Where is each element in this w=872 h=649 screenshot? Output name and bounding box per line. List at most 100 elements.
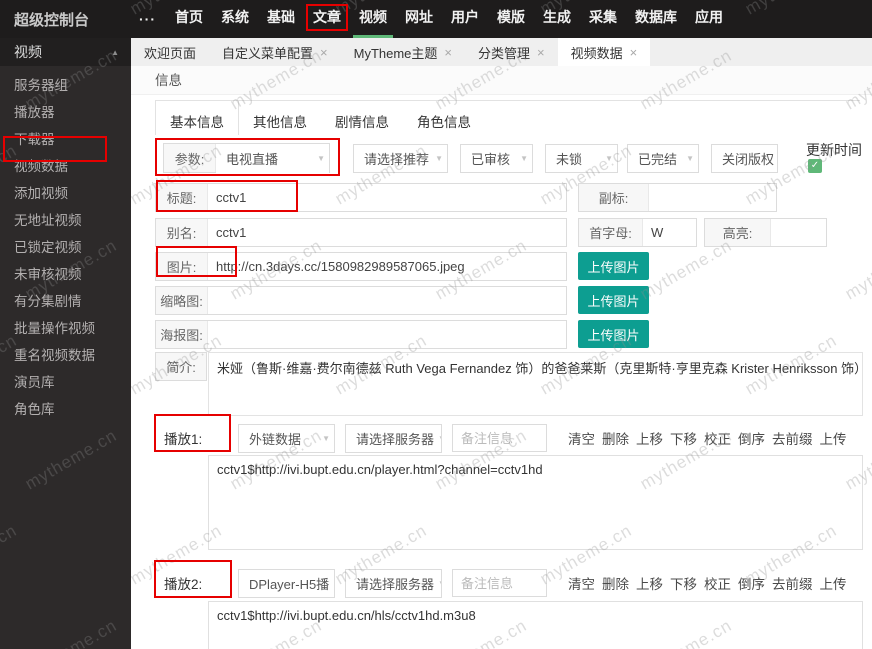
- play2-source-select[interactable]: DPlayer-H5播 ▼: [238, 569, 335, 598]
- tab-basic-info[interactable]: 基本信息: [155, 101, 239, 135]
- subtitle-field[interactable]: [649, 184, 776, 211]
- sidebar-item-episodes[interactable]: 有分集剧情: [0, 288, 131, 315]
- play1-label: 播放1:: [155, 428, 238, 448]
- upload-image-button[interactable]: 上传图片: [578, 252, 649, 280]
- image-label: 图片:: [156, 253, 208, 280]
- sidebar-item-video-data[interactable]: 视频数据: [0, 153, 131, 180]
- play2-textarea[interactable]: cctv1$http://ivi.bupt.edu.cn/hls/cctv1hd…: [208, 601, 863, 649]
- finish-select[interactable]: 已完结 ▼: [627, 144, 699, 173]
- action-delete[interactable]: 删除: [602, 573, 629, 593]
- update-time-checkbox[interactable]: ✓: [808, 159, 822, 173]
- window-tab-mytheme[interactable]: MyTheme主题 ×: [341, 38, 465, 66]
- highlight-field-group: 高亮:: [704, 218, 827, 247]
- intro-row: 简介: 米娅（鲁斯·维嘉·费尔南德兹 Ruth Vega Fernandez 饰…: [155, 352, 872, 416]
- action-move-down[interactable]: 下移: [670, 428, 697, 448]
- sidebar-item-server-group[interactable]: 服务器组: [0, 72, 131, 99]
- category-select[interactable]: 电视直播 ▼: [216, 144, 329, 173]
- action-reverse[interactable]: 倒序: [738, 428, 765, 448]
- poster-field[interactable]: [208, 321, 566, 348]
- copyright-select[interactable]: 关闭版权 ▼: [711, 144, 778, 173]
- close-tab-icon[interactable]: ×: [537, 46, 545, 59]
- main-area: 欢迎页面 自定义菜单配置 × MyTheme主题 × 分类管理 × 视频数据 ×…: [131, 38, 872, 649]
- audit-select[interactable]: 已审核 ▼: [460, 144, 533, 173]
- nav-item-database[interactable]: 数据库: [629, 0, 683, 38]
- sidebar-item-batch[interactable]: 批量操作视频: [0, 315, 131, 342]
- play1-server-select[interactable]: 请选择服务器 ▼: [345, 424, 442, 453]
- update-time-block: 更新时间 ✓: [806, 143, 862, 173]
- sidebar-item-duplicate[interactable]: 重名视频数据: [0, 342, 131, 369]
- close-tab-icon[interactable]: ×: [444, 46, 452, 59]
- initial-field[interactable]: [643, 219, 696, 246]
- action-clear[interactable]: 清空: [568, 428, 595, 448]
- action-reverse[interactable]: 倒序: [738, 573, 765, 593]
- close-tab-icon[interactable]: ×: [630, 46, 638, 59]
- nav-item-system[interactable]: 系统: [215, 0, 255, 38]
- play1-row: 播放1: 外链数据 ▼ 请选择服务器 ▼ 清空 删除 上移 下移 校正 倒序 去…: [155, 421, 872, 455]
- category-select-group: 参数: 电视直播 ▼: [163, 143, 330, 173]
- action-clear[interactable]: 清空: [568, 573, 595, 593]
- window-tab-menu-config[interactable]: 自定义菜单配置 ×: [209, 38, 341, 66]
- tab-plot-info[interactable]: 剧情信息: [321, 101, 403, 135]
- alias-field[interactable]: [208, 219, 566, 246]
- sidebar-item-add-video[interactable]: 添加视频: [0, 180, 131, 207]
- action-move-down[interactable]: 下移: [670, 573, 697, 593]
- close-tab-icon[interactable]: ×: [320, 46, 328, 59]
- action-move-up[interactable]: 上移: [636, 573, 663, 593]
- lock-select[interactable]: 未锁 ▼: [545, 144, 618, 173]
- window-tab-video-data[interactable]: 视频数据 ×: [558, 38, 651, 66]
- top-menu: 首页 系统 基础 文章 视频 网址 用户 模版 生成 采集 数据库 应用: [166, 0, 732, 38]
- sidebar-item-actors[interactable]: 演员库: [0, 369, 131, 396]
- chevron-down-icon: ▼: [329, 579, 335, 588]
- sidebar-group-video[interactable]: 视频 ▲: [0, 38, 131, 66]
- initial-field-group: 首字母:: [578, 218, 697, 247]
- sidebar-item-downloader[interactable]: 下载器: [0, 126, 131, 153]
- action-upload[interactable]: 上传: [820, 573, 847, 593]
- nav-item-collect[interactable]: 采集: [583, 0, 623, 38]
- tab-other-info[interactable]: 其他信息: [239, 101, 321, 135]
- nav-item-template[interactable]: 模版: [491, 0, 531, 38]
- action-delete[interactable]: 删除: [602, 428, 629, 448]
- recommend-select[interactable]: 请选择推荐 ▼: [353, 144, 448, 173]
- nav-item-user[interactable]: 用户: [445, 0, 485, 38]
- sidebar-item-unaudited[interactable]: 未审核视频: [0, 261, 131, 288]
- chevron-down-icon: ▼: [682, 154, 694, 163]
- nav-item-basic[interactable]: 基础: [261, 0, 301, 38]
- action-remove-prefix[interactable]: 去前缀: [772, 428, 813, 448]
- play2-note-input[interactable]: [452, 569, 547, 597]
- alias-field-group: 别名:: [155, 218, 567, 247]
- nav-item-app[interactable]: 应用: [689, 0, 729, 38]
- action-upload[interactable]: 上传: [820, 428, 847, 448]
- sidebar-item-player[interactable]: 播放器: [0, 99, 131, 126]
- play2-server-select[interactable]: 请选择服务器 ▼: [345, 569, 442, 598]
- nav-item-home[interactable]: 首页: [169, 0, 209, 38]
- upload-poster-button[interactable]: 上传图片: [578, 320, 649, 348]
- nav-item-video[interactable]: 视频: [353, 0, 393, 38]
- window-tab-category[interactable]: 分类管理 ×: [465, 38, 558, 66]
- action-remove-prefix[interactable]: 去前缀: [772, 573, 813, 593]
- image-field[interactable]: [208, 253, 566, 280]
- caret-up-icon: ▲: [111, 39, 119, 67]
- highlight-field[interactable]: [771, 219, 826, 246]
- title-field[interactable]: [208, 184, 566, 211]
- play1-note-input[interactable]: [452, 424, 547, 452]
- chevron-down-icon: ▼: [601, 154, 613, 163]
- nav-item-website[interactable]: 网址: [399, 0, 439, 38]
- action-correct[interactable]: 校正: [704, 573, 731, 593]
- play1-source-select[interactable]: 外链数据 ▼: [238, 424, 335, 453]
- action-correct[interactable]: 校正: [704, 428, 731, 448]
- intro-textarea[interactable]: 米娅（鲁斯·维嘉·费尔南德兹 Ruth Vega Fernandez 饰）的爸爸…: [208, 352, 863, 416]
- action-move-up[interactable]: 上移: [636, 428, 663, 448]
- window-tab-welcome[interactable]: 欢迎页面: [131, 38, 209, 66]
- sidebar-item-locked[interactable]: 已锁定视频: [0, 234, 131, 261]
- upload-thumb-button[interactable]: 上传图片: [578, 286, 649, 314]
- nav-item-article[interactable]: 文章: [307, 0, 347, 38]
- nav-item-generate[interactable]: 生成: [537, 0, 577, 38]
- tab-role-info[interactable]: 角色信息: [403, 101, 485, 135]
- nav-more-icon[interactable]: ···: [131, 11, 166, 27]
- thumb-field-group: 缩略图:: [155, 286, 567, 315]
- sidebar-item-roles[interactable]: 角色库: [0, 396, 131, 423]
- play1-textarea[interactable]: cctv1$http://ivi.bupt.edu.cn/player.html…: [208, 455, 863, 550]
- form-content: 基本信息 其他信息 剧情信息 角色信息 参数: 电视直播 ▼ 请选择推荐 ▼ 已…: [131, 95, 872, 649]
- thumb-field[interactable]: [208, 287, 566, 314]
- sidebar-item-no-address[interactable]: 无地址视频: [0, 207, 131, 234]
